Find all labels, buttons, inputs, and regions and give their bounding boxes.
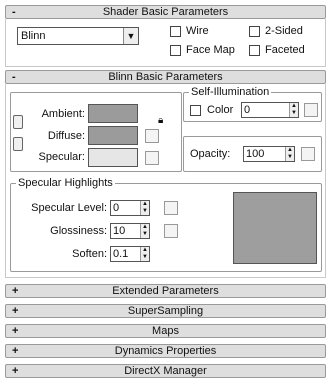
rollout-extended-parameters[interactable]: + Extended Parameters <box>5 284 326 298</box>
specular-level-spinner[interactable]: 0 ▲ ▼ <box>110 200 150 216</box>
rollout-supersampling[interactable]: + SuperSampling <box>5 304 326 318</box>
glossiness-value: 10 <box>113 225 126 237</box>
chevron-down-icon[interactable]: ▼ <box>123 28 138 44</box>
specular-color-swatch[interactable] <box>88 148 138 167</box>
face-map-label: Face Map <box>186 44 235 56</box>
shader-type-dropdown[interactable]: Blinn ▼ <box>17 27 139 45</box>
opacity-value: 100 <box>246 148 265 160</box>
self-illum-map-button[interactable] <box>304 103 318 117</box>
self-illumination-title: Self-Illumination <box>189 85 272 99</box>
soften-label: Soften: <box>72 248 107 260</box>
two-sided-label: 2-Sided <box>265 25 303 37</box>
rollout-title: Dynamics Properties <box>114 345 217 357</box>
rollout-title: Blinn Basic Parameters <box>108 71 223 83</box>
glossiness-map-button[interactable] <box>164 224 178 238</box>
rollout-dynamics-properties[interactable]: + Dynamics Properties <box>5 344 326 358</box>
highlight-curve-preview <box>233 192 317 264</box>
glossiness-label: Glossiness: <box>50 225 107 237</box>
self-illum-value: 0 <box>244 104 251 116</box>
self-illumination-group: Self-Illumination Color 0 ▲ ▼ <box>183 85 322 122</box>
opacity-map-button[interactable] <box>301 147 315 161</box>
lock-ambient-diffuse-button[interactable] <box>13 115 23 129</box>
rollout-shader-basic-header[interactable]: - Shader Basic Parameters <box>5 5 326 19</box>
color-swatch-group: Ambient: Diffuse: Specular: <box>10 92 182 172</box>
spinner-arrows-icon[interactable]: ▲ ▼ <box>285 147 294 161</box>
wire-label: Wire <box>186 25 209 37</box>
rollout-title: Maps <box>152 325 179 337</box>
rollout-maps[interactable]: + Maps <box>5 324 326 338</box>
rollout-blinn-basic-header[interactable]: - Blinn Basic Parameters <box>5 70 326 84</box>
glossiness-spinner[interactable]: 10 ▲ ▼ <box>110 223 150 239</box>
soften-spinner[interactable]: 0.1 ▲ ▼ <box>110 246 150 262</box>
blinn-basic-panel: Ambient: Diffuse: Specular: 🔒︎ Self-Illu… <box>5 84 326 278</box>
opacity-group: Opacity: 100 ▲ ▼ <box>183 136 322 172</box>
specular-label: Specular: <box>38 151 85 163</box>
specular-level-label: Specular Level: <box>31 202 107 214</box>
specular-level-value: 0 <box>113 202 120 214</box>
specular-highlights-title: Specular Highlights <box>16 176 115 190</box>
ambient-label: Ambient: <box>41 108 85 120</box>
spinner-arrows-icon[interactable]: ▲ ▼ <box>289 103 298 117</box>
faceted-label: Faceted <box>265 44 305 56</box>
rollout-title: SuperSampling <box>127 305 204 317</box>
faceted-checkbox[interactable] <box>249 45 260 56</box>
spinner-arrows-icon[interactable]: ▲ ▼ <box>140 224 149 238</box>
shader-type-value: Blinn <box>21 30 46 42</box>
face-map-checkbox[interactable] <box>170 45 181 56</box>
self-illum-color-checkbox[interactable] <box>190 105 201 116</box>
rollout-title: DirectX Manager <box>124 365 207 377</box>
ambient-color-swatch[interactable] <box>88 104 138 123</box>
self-illum-value-spinner[interactable]: 0 ▲ ▼ <box>241 102 299 118</box>
spinner-arrows-icon[interactable]: ▲ ▼ <box>140 247 149 261</box>
lock-icon[interactable]: 🔒︎ <box>158 114 163 128</box>
opacity-spinner[interactable]: 100 ▲ ▼ <box>243 146 295 162</box>
diffuse-label: Diffuse: <box>47 130 85 142</box>
rollout-title: Extended Parameters <box>112 285 219 297</box>
wire-checkbox[interactable] <box>170 26 181 37</box>
rollout-directx-manager[interactable]: + DirectX Manager <box>5 364 326 378</box>
diffuse-color-swatch[interactable] <box>88 126 138 145</box>
shader-basic-panel: Blinn ▼ Wire 2-Sided Face Map Faceted <box>5 19 326 67</box>
soften-value: 0.1 <box>113 248 129 260</box>
specular-level-map-button[interactable] <box>164 201 178 215</box>
specular-highlights-group: Specular Highlights Specular Level: 0 ▲ ▼… <box>10 176 322 272</box>
spinner-arrows-icon[interactable]: ▲ ▼ <box>140 201 149 215</box>
rollout-title: Shader Basic Parameters <box>102 6 229 18</box>
diffuse-map-button[interactable] <box>145 129 159 143</box>
opacity-label: Opacity: <box>190 148 231 160</box>
self-illum-color-label: Color <box>207 104 234 116</box>
specular-map-button[interactable] <box>145 151 159 165</box>
two-sided-checkbox[interactable] <box>249 26 260 37</box>
lock-diffuse-specular-button[interactable] <box>13 137 23 151</box>
